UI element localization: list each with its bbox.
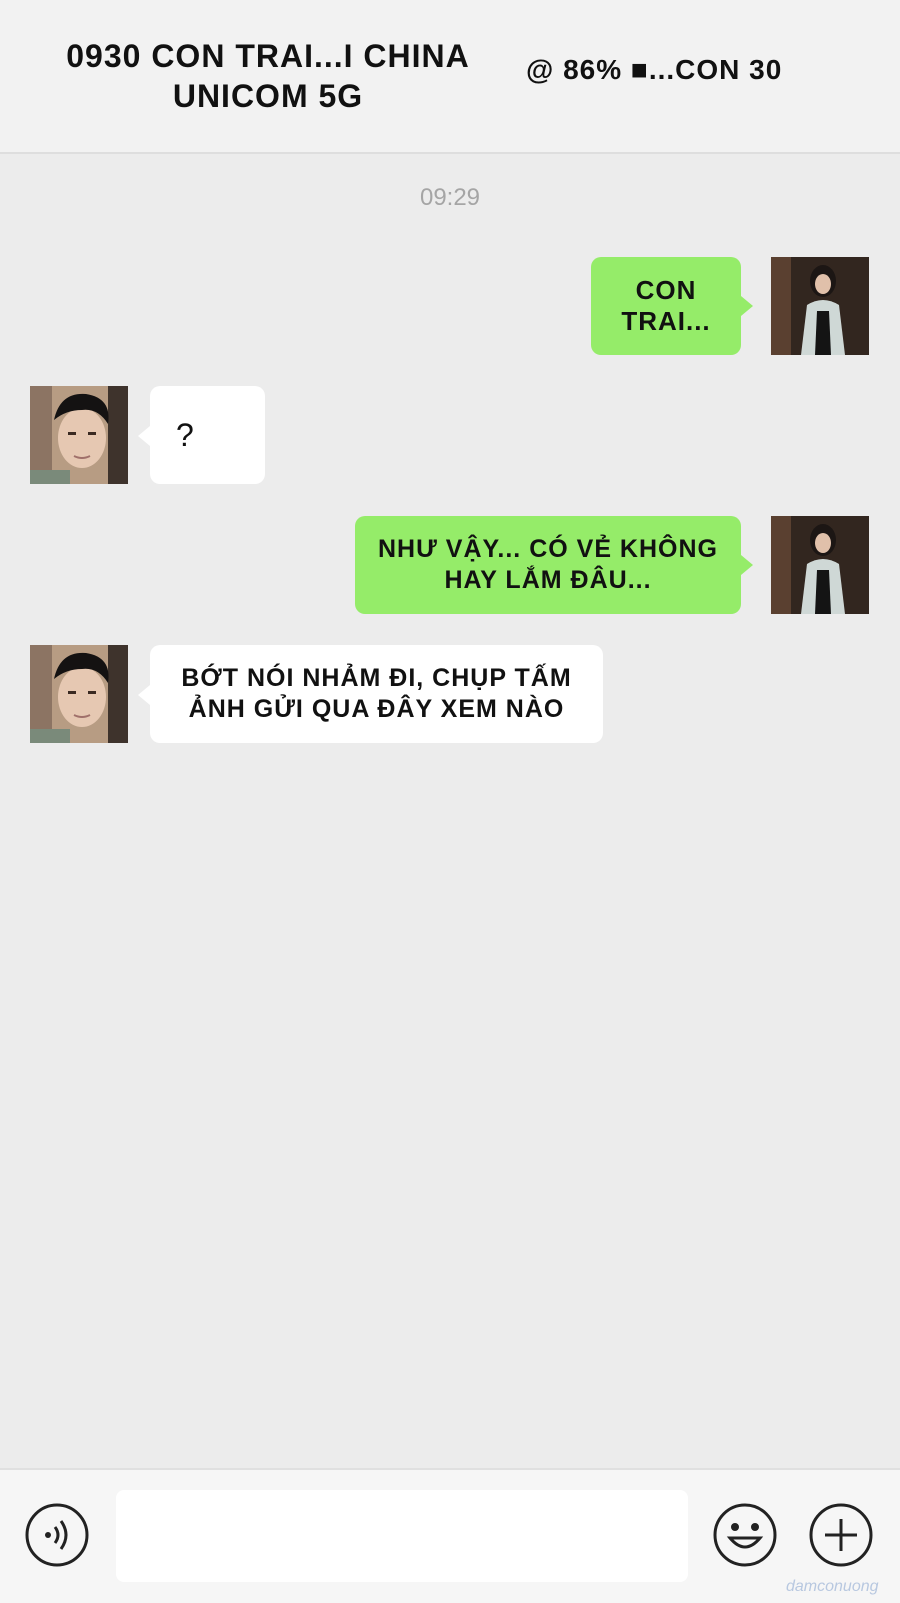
message-input[interactable] <box>116 1490 688 1582</box>
message-bubble-incoming[interactable]: ? <box>150 386 265 484</box>
status-bar: 0930 CON TRAI...I CHINA UNICOM 5G @ 86% … <box>0 0 900 154</box>
message-text: CON TRAI... <box>621 275 711 336</box>
message-bubble-outgoing[interactable]: CON TRAI... <box>591 257 741 355</box>
message-text: NHƯ VẬY... CÓ VẺ KHÔNG HAY LẮM ĐÂU... <box>377 535 718 594</box>
avatar-contact[interactable] <box>30 386 128 484</box>
message-bubble-incoming[interactable]: BỚT NÓI NHẢM ĐI, CHỤP TẤM ẢNH GỬI QUA ĐÂ… <box>150 645 603 743</box>
message-text: BỚT NÓI NHẢM ĐI, CHỤP TẤM ẢNH GỬI QUA ĐÂ… <box>181 664 572 723</box>
voice-button[interactable] <box>24 1502 90 1568</box>
avatar-woman-image <box>771 516 869 614</box>
bubble-tail <box>741 296 753 316</box>
avatar-self[interactable] <box>771 516 869 614</box>
emoji-button[interactable] <box>712 1502 778 1568</box>
chat-timestamp: 09:29 <box>419 184 481 211</box>
status-battery-text: @ 86% ■...CON 30 <box>526 54 783 85</box>
emoji-icon <box>713 1503 777 1567</box>
bubble-tail <box>138 426 150 446</box>
avatar-contact[interactable] <box>30 645 128 743</box>
plus-icon <box>809 1503 873 1567</box>
avatar-self[interactable] <box>771 257 869 355</box>
bubble-tail <box>138 685 150 705</box>
chat-input-bar <box>0 1468 900 1603</box>
bubble-tail <box>741 555 753 575</box>
message-text: ? <box>176 416 195 453</box>
voice-icon <box>25 1503 89 1567</box>
avatar-man-image <box>30 386 128 484</box>
status-carrier-text: 0930 CON TRAI...I CHINA UNICOM 5G <box>66 38 470 114</box>
add-button[interactable] <box>808 1502 874 1568</box>
watermark: damconuong <box>786 1578 879 1595</box>
avatar-man-image <box>30 645 128 743</box>
avatar-woman-image <box>771 257 869 355</box>
message-bubble-outgoing[interactable]: NHƯ VẬY... CÓ VẺ KHÔNG HAY LẮM ĐÂU... <box>355 516 741 614</box>
